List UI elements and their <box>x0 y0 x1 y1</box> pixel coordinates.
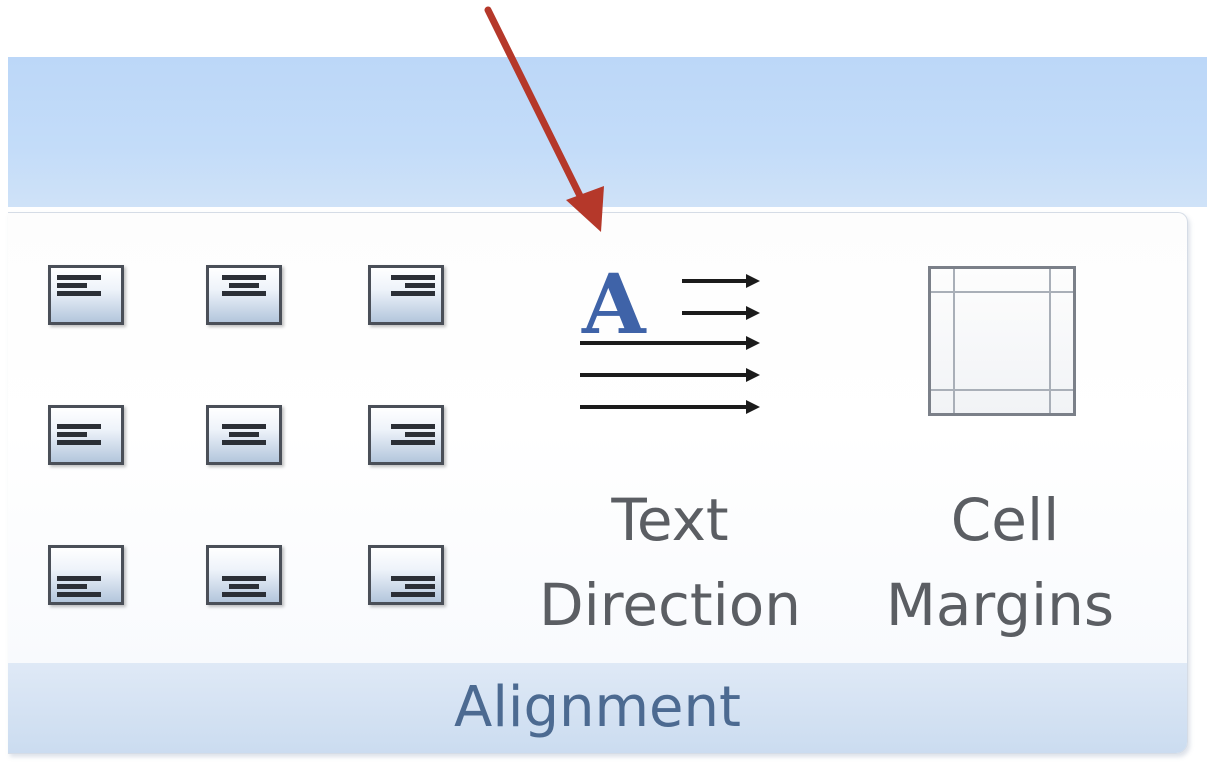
text-direction-label-line1: Text <box>611 486 729 554</box>
text-line-glyph <box>222 291 266 296</box>
text-line-glyph <box>391 275 435 280</box>
text-line-glyph <box>222 440 266 445</box>
text-direction-label-line2: Direction <box>538 571 802 639</box>
align-middle-center-button[interactable] <box>206 405 282 465</box>
cell-margins-label-line1: Cell <box>950 486 1060 554</box>
text-line-glyph <box>222 592 266 597</box>
align-middle-left-button[interactable] <box>48 405 124 465</box>
text-line-glyph <box>57 424 101 429</box>
text-line-glyph <box>222 576 266 581</box>
align-bottom-center-button[interactable] <box>206 545 282 605</box>
align-top-left-button[interactable] <box>48 265 124 325</box>
text-line-glyph <box>391 291 435 296</box>
align-middle-right-button[interactable] <box>368 405 444 465</box>
text-line-glyph <box>222 275 266 280</box>
text-line-glyph <box>405 432 435 437</box>
text-line-glyph <box>229 584 259 589</box>
text-line-glyph <box>57 592 101 597</box>
text-line-glyph <box>391 592 435 597</box>
align-bottom-right-button[interactable] <box>368 545 444 605</box>
text-line-glyph <box>57 576 101 581</box>
text-line-glyph <box>229 432 259 437</box>
cell-margins-label-line2: Margins <box>885 571 1115 639</box>
text-line-glyph <box>57 283 87 288</box>
align-top-center-button[interactable] <box>206 265 282 325</box>
text-line-glyph <box>57 584 87 589</box>
text-line-glyph <box>57 275 101 280</box>
group-label: Alignment <box>8 663 1187 753</box>
text-line-glyph <box>391 424 435 429</box>
text-line-glyph <box>405 584 435 589</box>
text-line-glyph <box>57 440 101 445</box>
text-line-glyph <box>57 432 87 437</box>
text-line-glyph <box>222 424 266 429</box>
text-line-glyph <box>391 576 435 581</box>
text-line-glyph <box>405 283 435 288</box>
text-line-glyph <box>391 440 435 445</box>
text-line-glyph <box>229 283 259 288</box>
letter-a-glyph: A <box>581 257 647 353</box>
cell-margins-icon <box>928 266 1076 416</box>
text-line-glyph <box>57 291 101 296</box>
align-bottom-left-button[interactable] <box>48 545 124 605</box>
text-direction-icon: A <box>580 257 760 414</box>
align-top-right-button[interactable] <box>368 265 444 325</box>
ribbon-background <box>8 57 1207 207</box>
